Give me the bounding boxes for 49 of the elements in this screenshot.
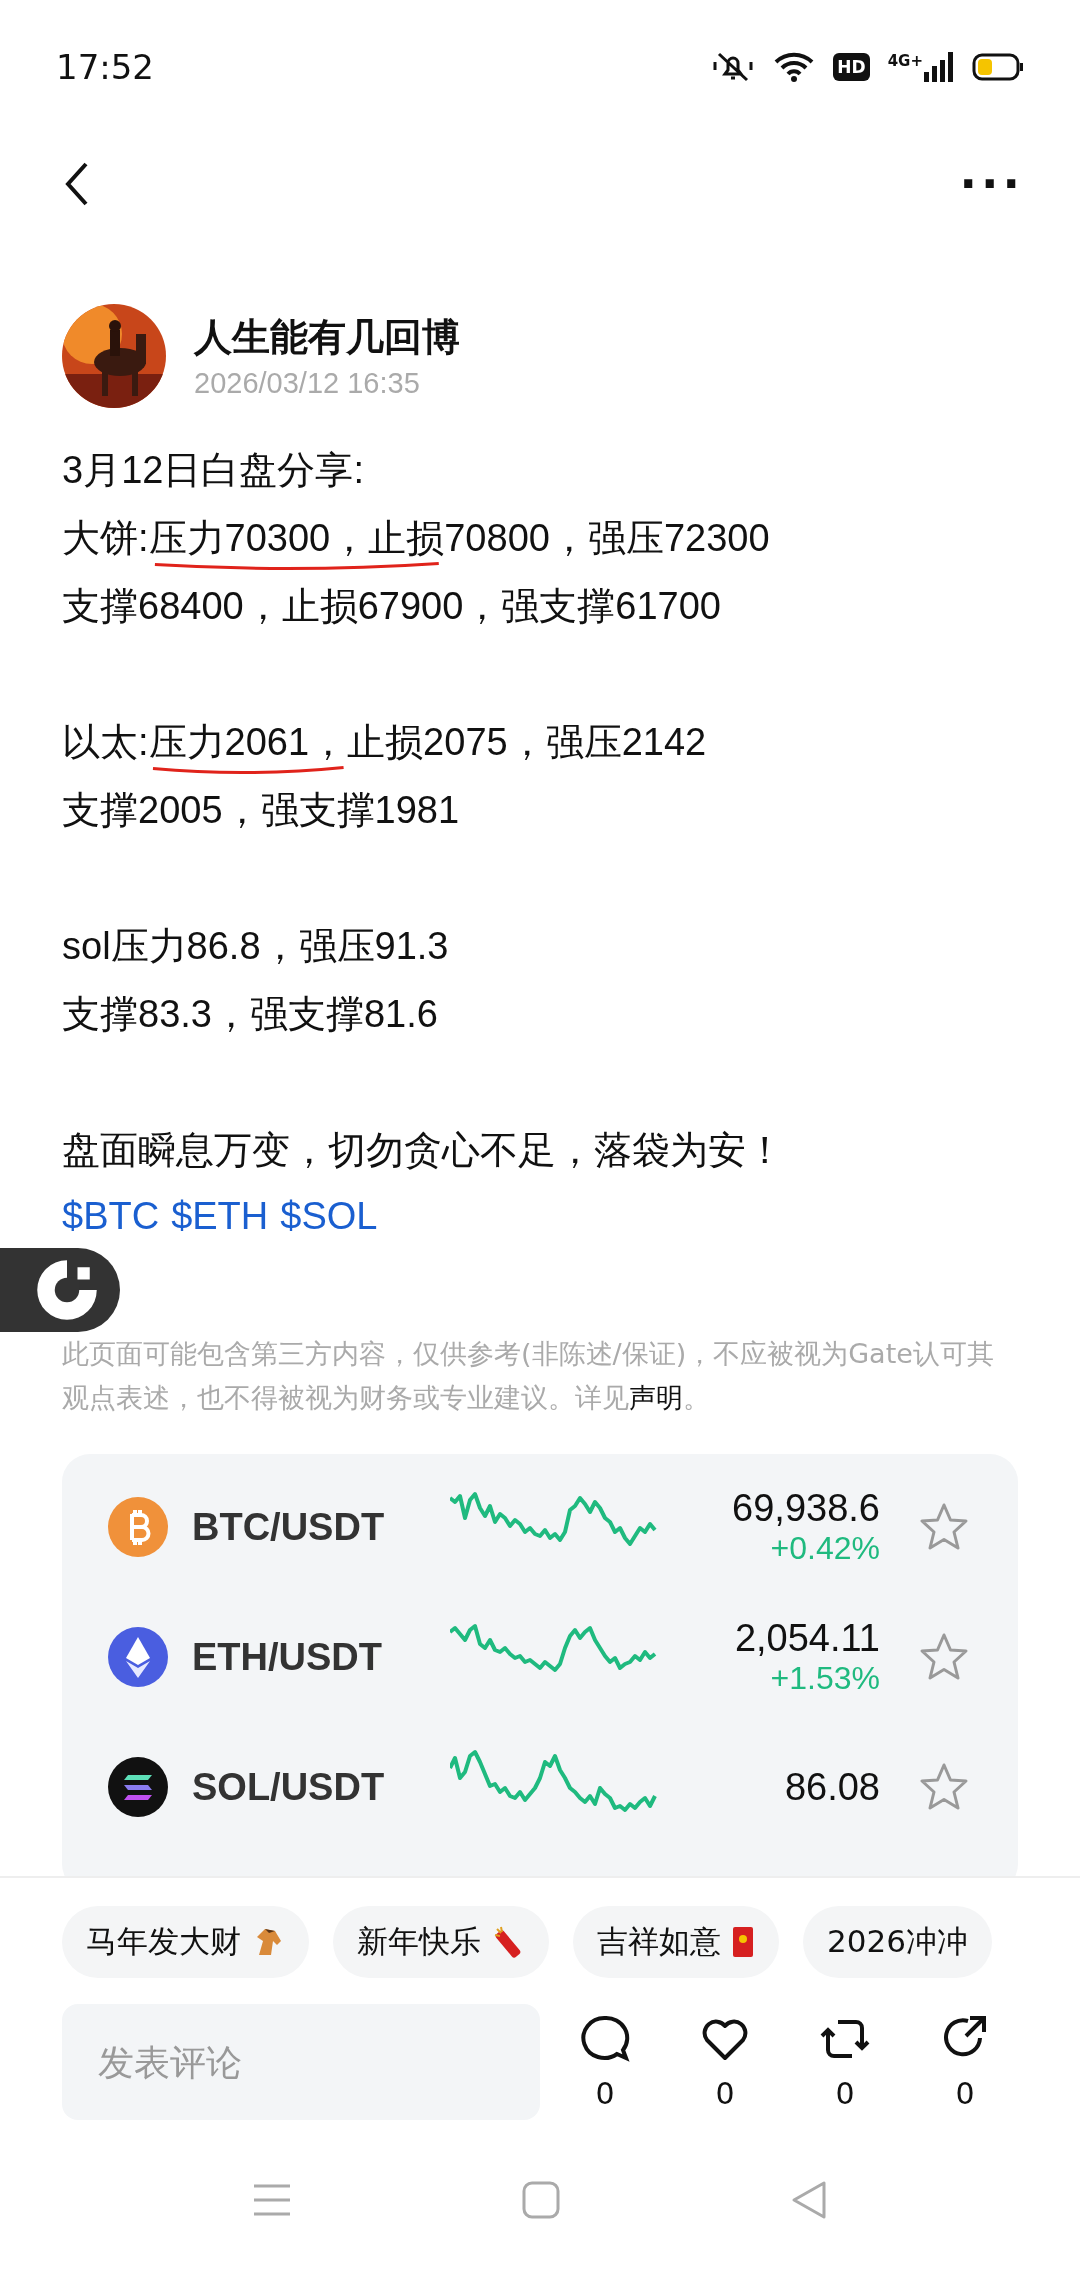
coin-icon (108, 1757, 168, 1817)
post-text: 以太:压力2061，止损2075，强压2142 (62, 708, 1018, 776)
status-time: 17:52 (56, 47, 154, 87)
star-icon[interactable] (918, 1762, 970, 1812)
network-label: 4G+ (887, 52, 923, 70)
price-change: +1.53% (770, 1660, 880, 1697)
trading-pair[interactable]: ETH/USDT (192, 1635, 452, 1679)
coin-tag-link[interactable]: $SOL (280, 1184, 378, 1248)
price-change: +0.42% (770, 1530, 880, 1567)
star-icon[interactable] (918, 1502, 970, 1552)
price-value: 2,054.11 (734, 1617, 880, 1660)
trading-pair[interactable]: BTC/USDT (192, 1505, 452, 1549)
bell-muted-icon (711, 50, 756, 84)
battery-icon (972, 53, 1024, 81)
post-text: 支撑83.3，强支撑81.6 (62, 992, 439, 1037)
wifi-icon (773, 51, 816, 83)
topic-chip[interactable]: 马年发大财 (62, 1906, 309, 1978)
post-date: 2026/03/12 16:35 (194, 367, 421, 400)
floating-logo-button[interactable] (0, 1248, 120, 1332)
topic-chip[interactable]: 新年快乐 (333, 1906, 549, 1978)
more-button[interactable]: ··· (959, 157, 1024, 211)
action-count: 0 (715, 2075, 735, 2111)
star-icon[interactable] (918, 1632, 970, 1682)
post-text: 3月12日白盘分享: (62, 448, 365, 493)
comment-icon[interactable] (580, 2013, 630, 2064)
action-count: 0 (835, 2075, 855, 2111)
topic-chip[interactable]: 吉祥如意 (573, 1906, 779, 1978)
action-count: 0 (955, 2075, 975, 2111)
coin-icon (108, 1627, 168, 1687)
coin-tag-link[interactable]: $ETH (171, 1184, 269, 1248)
trading-pair[interactable]: SOL/USDT (192, 1765, 452, 1809)
post-text: 支撑68400，止损67900，强支撑61700 (62, 584, 722, 629)
signal-icon (924, 52, 954, 82)
price-value: 69,938.6 (732, 1487, 880, 1530)
post-text: 盘面瞬息万变，切勿贪心不足，落袋为安！ (62, 1128, 785, 1173)
statement-link[interactable]: 声明 (629, 1382, 683, 1413)
topic-chip[interactable]: 2026冲冲 (803, 1906, 992, 1978)
coin-tag-link[interactable]: $BTC (62, 1184, 160, 1248)
post-text: sol压力86.8，强压91.3 (62, 924, 450, 969)
envelope-icon (731, 1925, 755, 1959)
post-text: 支撑2005，强支撑1981 (62, 788, 461, 833)
hd-badge: HD (833, 53, 870, 81)
author-name[interactable]: 人生能有几回博 (194, 312, 460, 363)
disclaimer-text: 此页面可能包含第三方内容，仅供参考(非陈述/保证)，不应被视为Gate认可其观点表述，也不得被视为财务或专业建议。详见声明。 (62, 1337, 995, 1415)
comment-field[interactable]: 发表评论 (62, 2004, 540, 2120)
post-text: 大饼:压力70300，止损70800，强压72300 (62, 504, 1018, 572)
price-value: 86.08 (784, 1765, 880, 1809)
action-count: 0 (595, 2075, 615, 2111)
coin-icon (108, 1497, 168, 1557)
